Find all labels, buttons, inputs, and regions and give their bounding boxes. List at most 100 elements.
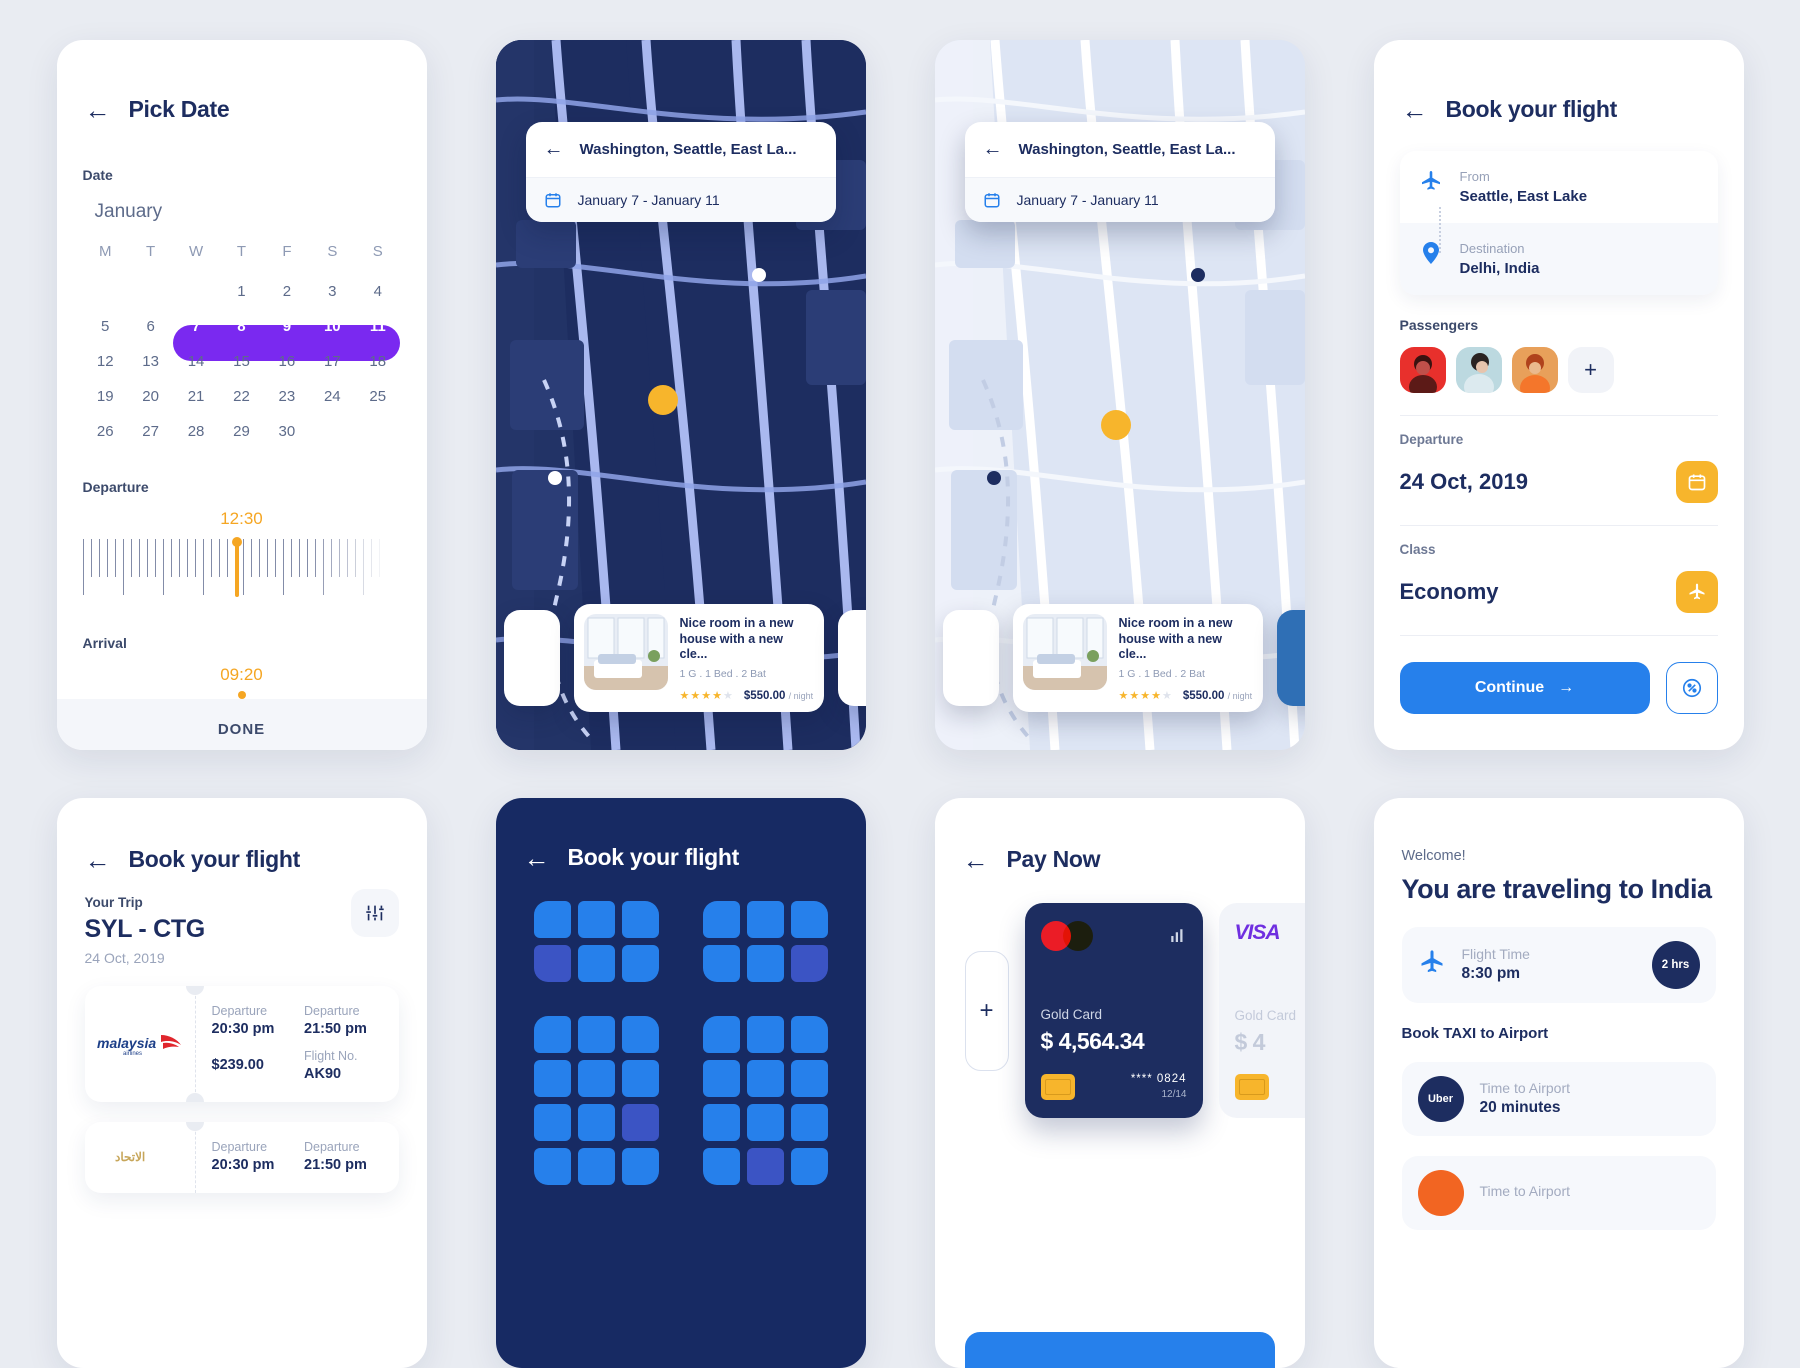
calendar-day[interactable]: 27 <box>128 414 173 449</box>
calendar-day[interactable]: 4 <box>355 274 400 309</box>
credit-card-next[interactable]: VISA Gold Card $ 4 <box>1218 903 1305 1118</box>
calendar-day-selected[interactable]: 7 <box>173 309 218 344</box>
calendar-day[interactable]: 14 <box>173 344 218 379</box>
class-row[interactable]: Economy <box>1400 571 1718 613</box>
map-pin[interactable] <box>547 471 562 485</box>
calendar-day[interactable]: 23 <box>264 379 309 414</box>
calendar-day[interactable]: 3 <box>310 274 355 309</box>
calendar-day[interactable]: 13 <box>128 344 173 379</box>
map-pin-active[interactable] <box>647 385 678 415</box>
seat[interactable] <box>746 1016 784 1053</box>
calendar-icon[interactable] <box>1675 461 1718 503</box>
calendar-day-selected[interactable]: 10 <box>310 309 355 344</box>
map-pin[interactable] <box>1190 268 1205 282</box>
seat[interactable] <box>790 1016 828 1053</box>
seat-selected[interactable] <box>533 945 571 982</box>
seat[interactable] <box>621 945 659 982</box>
destination-field[interactable]: Destination Delhi, India <box>1399 223 1718 295</box>
departure-time-slider[interactable] <box>82 537 401 605</box>
seat-selected[interactable] <box>746 1148 784 1185</box>
calendar-day[interactable]: 30 <box>264 414 309 449</box>
calendar-day[interactable]: 2 <box>264 274 309 309</box>
calendar-day[interactable]: 19 <box>83 379 128 414</box>
calendar-day[interactable] <box>355 414 400 449</box>
seat[interactable] <box>702 901 740 938</box>
departure-row[interactable]: 24 Oct, 2019 <box>1400 461 1718 503</box>
flight-option-row[interactable]: الاتحاد Departure 20:30 pm Departure 21:… <box>84 1122 399 1193</box>
continue-button[interactable]: Continue → <box>1399 662 1650 714</box>
seat-block[interactable] <box>533 1016 659 1185</box>
arrow-left-icon[interactable]: ← <box>85 847 111 873</box>
taxi-option-second[interactable]: Time to Airport <box>1401 1155 1716 1230</box>
seat-block[interactable] <box>702 1016 828 1185</box>
calendar-day[interactable]: 12 <box>83 344 128 379</box>
arrow-left-icon[interactable]: ← <box>983 138 1003 161</box>
calendar-day-selected[interactable]: 9 <box>264 309 309 344</box>
calendar-day[interactable]: 22 <box>219 379 264 414</box>
map-pin-active[interactable] <box>1100 410 1131 440</box>
listing-card-prev[interactable] <box>942 610 999 707</box>
seat[interactable] <box>621 1016 659 1053</box>
seat[interactable] <box>702 1148 740 1185</box>
card-carousel[interactable]: + Gold Card $ 4,564.34 **** 0824 12/14 V… <box>935 895 1305 1118</box>
calendar-day[interactable]: 15 <box>219 344 264 379</box>
seat-selected[interactable] <box>790 945 828 982</box>
add-passenger-button[interactable]: + <box>1567 347 1614 393</box>
seat[interactable] <box>790 1060 828 1097</box>
percent-badge-icon[interactable] <box>1665 662 1718 714</box>
map-pin[interactable] <box>986 471 1001 485</box>
calendar-day[interactable] <box>83 274 128 309</box>
arrow-left-icon[interactable]: ← <box>544 138 564 161</box>
calendar-grid[interactable]: M T W T F S S 1 2 3 4 5 6 7 8 9 10 11 12… <box>83 237 401 449</box>
calendar-day-selected[interactable]: 11 <box>355 309 400 344</box>
seat[interactable] <box>702 1060 740 1097</box>
seat[interactable] <box>577 1148 615 1185</box>
seat[interactable] <box>533 1016 571 1053</box>
calendar-day[interactable] <box>128 274 173 309</box>
calendar-day[interactable]: 18 <box>355 344 400 379</box>
map-search-box[interactable]: ← Washington, Seattle, East La... Januar… <box>525 122 836 222</box>
seat[interactable] <box>577 1060 615 1097</box>
listing-carousel[interactable]: Nice room in a new house with a new cle.… <box>935 604 1305 712</box>
seat[interactable] <box>621 901 659 938</box>
map-pin[interactable] <box>751 268 766 282</box>
listing-card[interactable]: Nice room in a new house with a new cle.… <box>573 604 824 712</box>
calendar-day[interactable]: 17 <box>310 344 355 379</box>
avatar[interactable] <box>1511 347 1558 393</box>
seat-map[interactable] <box>496 893 866 1185</box>
seat[interactable] <box>790 901 828 938</box>
listing-card-next[interactable] <box>837 610 866 707</box>
seat-block[interactable] <box>702 901 828 982</box>
listing-card-next[interactable] <box>1276 610 1305 707</box>
location-row[interactable]: ← Washington, Seattle, East La... <box>965 122 1275 177</box>
dates-row[interactable]: January 7 - January 11 <box>964 177 1275 222</box>
airplane-icon[interactable] <box>1675 571 1718 613</box>
calendar-day-selected[interactable]: 8 <box>219 309 264 344</box>
credit-card[interactable]: Gold Card $ 4,564.34 **** 0824 12/14 <box>1024 903 1203 1118</box>
arrow-left-icon[interactable]: ← <box>524 845 550 871</box>
seat[interactable] <box>790 1104 828 1141</box>
seat[interactable] <box>577 901 615 938</box>
seat[interactable] <box>746 945 784 982</box>
seat[interactable] <box>790 1148 828 1185</box>
sliders-icon[interactable] <box>350 889 399 937</box>
calendar-day[interactable]: 21 <box>173 379 218 414</box>
seat[interactable] <box>577 1016 615 1053</box>
calendar-day[interactable]: 6 <box>128 309 173 344</box>
map-search-box[interactable]: ← Washington, Seattle, East La... Januar… <box>964 122 1275 222</box>
pay-button[interactable] <box>964 1332 1275 1368</box>
taxi-option-uber[interactable]: Uber Time to Airport 20 minutes <box>1401 1061 1716 1136</box>
seat[interactable] <box>533 1060 571 1097</box>
seat[interactable] <box>533 901 571 938</box>
seat-block[interactable] <box>533 901 659 982</box>
calendar-day[interactable]: 26 <box>83 414 128 449</box>
seat[interactable] <box>533 1104 571 1141</box>
listing-card[interactable]: Nice room in a new house with a new cle.… <box>1012 604 1263 712</box>
calendar-day[interactable]: 16 <box>264 344 309 379</box>
calendar-day[interactable] <box>173 274 218 309</box>
seat[interactable] <box>702 945 740 982</box>
seat[interactable] <box>577 945 615 982</box>
avatar[interactable] <box>1399 347 1446 393</box>
calendar-day[interactable]: 20 <box>128 379 173 414</box>
calendar-day[interactable]: 24 <box>310 379 355 414</box>
